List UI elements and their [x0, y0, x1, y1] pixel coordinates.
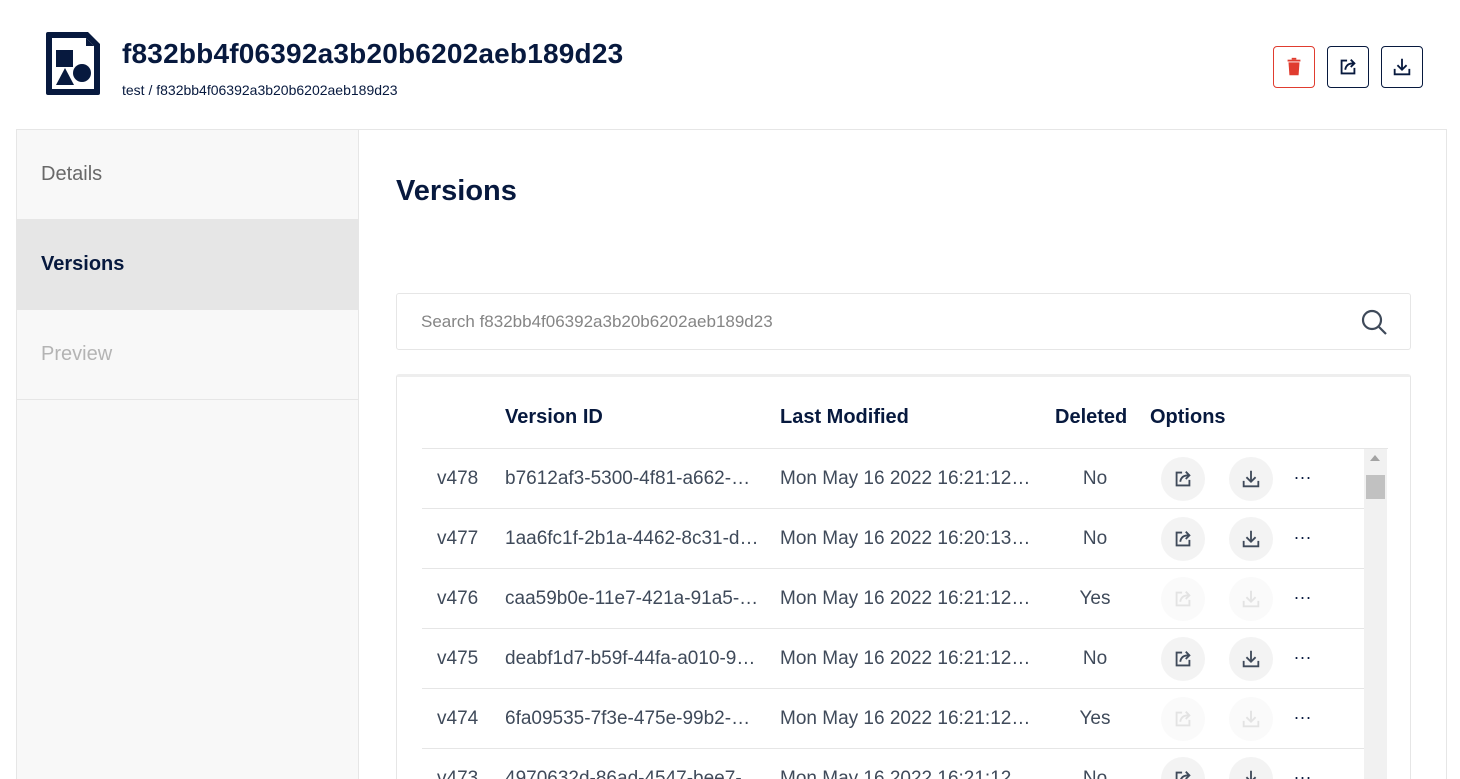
table-row[interactable]: v474 6fa09535-7f3e-475e-99b2-… Mon May 1…: [422, 689, 1364, 749]
version-id: deabf1d7-b59f-44fa-a010-9…: [505, 648, 756, 669]
table-header: Version ID Last Modified Deleted Options: [422, 377, 1388, 449]
share-icon: [1175, 771, 1191, 779]
share-icon: [1175, 651, 1191, 667]
sidebar-item-details[interactable]: Details: [17, 130, 358, 220]
deleted-status: No: [1082, 768, 1108, 779]
share-button[interactable]: [1327, 46, 1369, 88]
page-title: f832bb4f06392a3b20b6202aeb189d23: [122, 38, 624, 69]
sidebar-item-label: Details: [41, 163, 103, 185]
more-options-button[interactable]: ...: [1290, 703, 1316, 729]
table-row[interactable]: v475 deabf1d7-b59f-44fa-a010-9… Mon May …: [422, 629, 1364, 689]
sidebar-item-preview: Preview: [17, 310, 358, 400]
row-download-button[interactable]: [1229, 457, 1273, 501]
more-options-button[interactable]: ...: [1290, 763, 1316, 779]
last-modified: Mon May 16 2022 16:21:12 …: [780, 468, 1035, 489]
row-share-button[interactable]: [1161, 457, 1205, 501]
row-share-button[interactable]: [1161, 637, 1205, 681]
last-modified: Mon May 16 2022 16:21:12 …: [780, 588, 1035, 609]
search-input[interactable]: [397, 294, 1337, 349]
version-id: 1aa6fc1f-2b1a-4462-8c31-d…: [505, 528, 759, 549]
search-box: [396, 293, 1411, 350]
more-options-button[interactable]: ...: [1290, 643, 1316, 669]
version-number: v474: [437, 708, 479, 729]
table-body: v478 b7612af3-5300-4f81-a662-… Mon May 1…: [422, 449, 1364, 779]
last-modified: Mon May 16 2022 16:21:12 …: [780, 708, 1035, 729]
section-title: Versions: [396, 175, 517, 207]
table-row[interactable]: v476 caa59b0e-11e7-421a-91a5-… Mon May 1…: [422, 569, 1364, 629]
breadcrumb: test / f832bb4f06392a3b20b6202aeb189d23: [122, 82, 398, 98]
version-number: v476: [437, 588, 479, 609]
share-icon: [1175, 591, 1191, 607]
row-share-button[interactable]: [1161, 757, 1205, 779]
download-icon: [1242, 710, 1260, 728]
versions-table: Version ID Last Modified Deleted Options…: [396, 374, 1411, 779]
version-id: b7612af3-5300-4f81-a662-…: [505, 468, 751, 489]
share-icon: [1175, 711, 1191, 727]
last-modified: Mon May 16 2022 16:21:12 …: [780, 768, 1035, 779]
version-id: 4970632d-86ad-4547-bee7-…: [505, 768, 761, 779]
column-header-options: Options: [1150, 406, 1226, 428]
sidebar-item-label: Preview: [41, 343, 113, 365]
row-download-button: [1229, 577, 1273, 621]
object-shapes-icon: [46, 32, 100, 95]
download-icon: [1242, 470, 1260, 488]
table-row[interactable]: v473 4970632d-86ad-4547-bee7-… Mon May 1…: [422, 749, 1364, 779]
column-header-last-modified[interactable]: Last Modified: [780, 406, 909, 429]
row-download-button[interactable]: [1229, 757, 1273, 779]
row-download-button[interactable]: [1229, 637, 1273, 681]
object-panel: Details Versions Preview Versions Versio…: [16, 129, 1447, 779]
column-header-version-id[interactable]: Version ID: [505, 406, 603, 429]
more-options-button[interactable]: ...: [1290, 583, 1316, 609]
table-scrollbar[interactable]: [1364, 449, 1387, 779]
download-icon: [1242, 530, 1260, 548]
last-modified: Mon May 16 2022 16:20:13 …: [780, 528, 1035, 549]
versions-content: Versions Version ID Last Modified Delete…: [360, 130, 1447, 779]
last-modified: Mon May 16 2022 16:21:12 …: [780, 648, 1035, 669]
more-options-button[interactable]: ...: [1290, 523, 1316, 549]
delete-button[interactable]: [1273, 46, 1315, 88]
version-number: v475: [437, 648, 479, 669]
row-download-button[interactable]: [1229, 517, 1273, 561]
row-share-button: [1161, 697, 1205, 741]
version-id: caa59b0e-11e7-421a-91a5-…: [505, 588, 759, 609]
deleted-status: Yes: [1079, 708, 1111, 729]
more-options-button[interactable]: ...: [1290, 463, 1316, 489]
version-number: v478: [437, 468, 479, 489]
table-row[interactable]: v478 b7612af3-5300-4f81-a662-… Mon May 1…: [422, 449, 1364, 509]
version-id: 6fa09535-7f3e-475e-99b2-…: [505, 708, 751, 729]
download-icon: [1242, 590, 1260, 608]
version-number: v473: [437, 768, 479, 779]
row-share-button[interactable]: [1161, 517, 1205, 561]
download-button[interactable]: [1381, 46, 1423, 88]
sidebar-item-label: Versions: [41, 253, 125, 275]
sidebar: Details Versions Preview: [17, 130, 359, 779]
deleted-status: No: [1082, 468, 1108, 489]
search-icon[interactable]: [1360, 308, 1388, 336]
share-icon: [1340, 59, 1356, 75]
download-icon: [1242, 650, 1260, 668]
deleted-status: Yes: [1079, 588, 1111, 609]
trash-icon: [1287, 57, 1301, 76]
sidebar-item-versions[interactable]: Versions: [17, 220, 358, 310]
download-icon: [1393, 58, 1411, 76]
deleted-status: No: [1082, 648, 1108, 669]
column-header-deleted[interactable]: Deleted: [1055, 406, 1127, 429]
scroll-thumb[interactable]: [1366, 475, 1385, 499]
share-icon: [1175, 531, 1191, 547]
version-number: v477: [437, 528, 479, 549]
deleted-status: No: [1082, 528, 1108, 549]
row-share-button: [1161, 577, 1205, 621]
object-header: f832bb4f06392a3b20b6202aeb189d23 test / …: [0, 0, 1460, 129]
scroll-up-arrow-icon[interactable]: [1370, 455, 1380, 461]
download-icon: [1245, 770, 1257, 779]
row-download-button: [1229, 697, 1273, 741]
table-row[interactable]: v477 1aa6fc1f-2b1a-4462-8c31-d… Mon May …: [422, 509, 1364, 569]
share-icon: [1175, 471, 1191, 487]
